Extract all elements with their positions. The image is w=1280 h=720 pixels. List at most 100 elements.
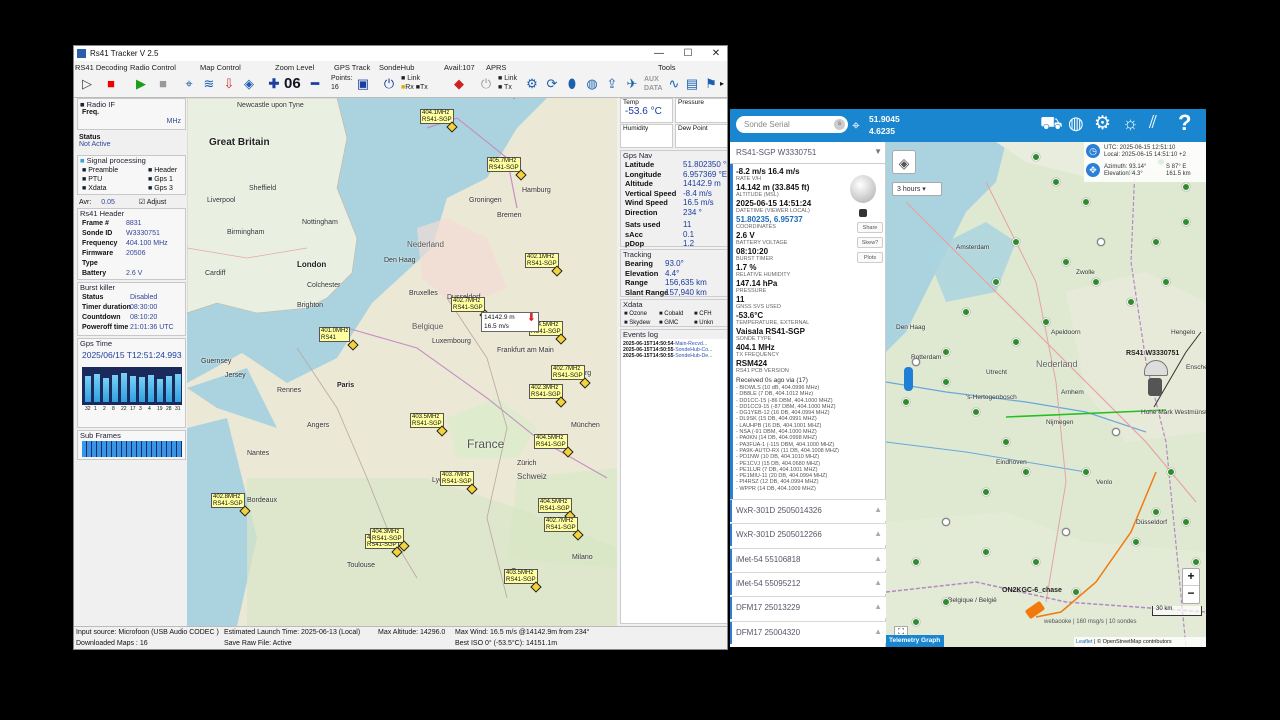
- side-button-0[interactable]: Share: [857, 222, 883, 233]
- receiver-marker-icon[interactable]: [992, 278, 1000, 286]
- expand-arrow-icon[interactable]: ▲: [874, 505, 882, 514]
- receiver-marker-icon[interactable]: [1022, 468, 1030, 476]
- sonde-marker[interactable]: 403.5MHz RS41-SGP: [504, 569, 542, 593]
- refresh-icon[interactable]: ⟳: [543, 74, 561, 92]
- receiver-marker-icon[interactable]: [1182, 218, 1190, 226]
- export-icon[interactable]: ⇪: [603, 74, 621, 92]
- zoom-in-map-button[interactable]: +: [1183, 569, 1199, 586]
- layers-icon[interactable]: ◈: [240, 74, 258, 92]
- settings-gear-icon[interactable]: ⚙: [1094, 112, 1111, 135]
- hours-select[interactable]: 3 hours ▾: [892, 182, 942, 196]
- sondehub-power-icon[interactable]: ⏻: [380, 74, 398, 92]
- zoom-out-button[interactable]: ━: [306, 74, 324, 92]
- receiver-marker-icon[interactable]: [1082, 198, 1090, 206]
- location-pin-icon[interactable]: ⬮: [563, 74, 581, 92]
- receiver-marker-icon[interactable]: [962, 308, 970, 316]
- car-icon[interactable]: ⛟: [1040, 113, 1063, 137]
- receiver-marker-icon[interactable]: [1042, 318, 1050, 326]
- receiver-marker-icon[interactable]: [1112, 428, 1120, 436]
- sonde-marker[interactable]: 401.0MHz RS41: [319, 327, 359, 351]
- receiver-marker-icon[interactable]: [1182, 183, 1190, 191]
- sonde-marker[interactable]: 402.8MHz RS41-SGP: [211, 493, 251, 517]
- wifi-icon[interactable]: ≋: [200, 74, 218, 92]
- weather-icon[interactable]: ☼: [1122, 113, 1139, 134]
- expand-arrow-icon[interactable]: ▲: [874, 578, 882, 587]
- sondehub-map[interactable]: GroningenAmsterdamDen HaagRotterdamNeder…: [886, 142, 1206, 647]
- europe-map[interactable]: Great Britain Newcastle upon Tyne Sheffiel…: [187, 98, 617, 626]
- receiver-marker-icon[interactable]: [1012, 338, 1020, 346]
- receiver-marker-icon[interactable]: [1097, 238, 1105, 246]
- receiver-marker-icon[interactable]: [1062, 258, 1070, 266]
- chart-lines-icon[interactable]: ⫽: [1149, 112, 1157, 133]
- receiver-marker-icon[interactable]: [1002, 438, 1010, 446]
- aux-data-button[interactable]: AUX DATA: [644, 75, 662, 93]
- receiver-marker-icon[interactable]: [942, 348, 950, 356]
- telemetry-graph-button[interactable]: Telemetry Graph: [886, 635, 944, 647]
- receiver-marker-icon[interactable]: [902, 398, 910, 406]
- sonde-marker[interactable]: 403.5MHz RS41-SGP: [410, 413, 448, 437]
- receiver-marker-icon[interactable]: [942, 598, 950, 606]
- flag-icon[interactable]: ⚑: [703, 74, 719, 92]
- satellite-icon[interactable]: ✈: [623, 74, 641, 92]
- receiver-marker-icon[interactable]: [982, 548, 990, 556]
- sonde-list-item[interactable]: DFM17 25013229 ▲: [730, 596, 886, 620]
- sonde-marker[interactable]: 402.1MHz RS41-SGP: [525, 253, 563, 277]
- side-button-1[interactable]: Skew?: [857, 237, 883, 248]
- stop-icon[interactable]: ■: [102, 74, 120, 92]
- zoom-out-map-button[interactable]: −: [1183, 586, 1199, 600]
- save-track-icon[interactable]: ▣: [354, 74, 372, 92]
- sonde-list-item[interactable]: WxR-301D 2505014326 ▲: [730, 499, 886, 522]
- adjust-checkbox[interactable]: ☑ Adjust: [139, 199, 166, 206]
- sonde-list-item[interactable]: DFM17 25004320 ▲: [730, 620, 886, 644]
- sonde-list-item[interactable]: iMet-54 55106818 ▲: [730, 547, 886, 571]
- sonde-marker[interactable]: 403.7MHz RS41-SGP: [440, 471, 478, 495]
- receiver-marker-icon[interactable]: [1162, 278, 1170, 286]
- sonde-marker[interactable]: 402.7MHz RS41-SGP: [451, 297, 491, 321]
- sonde-marker[interactable]: 404.1MHz RS41-SGP: [420, 109, 458, 133]
- globe-pin-icon[interactable]: ◍: [1068, 113, 1084, 134]
- selected-sonde-header[interactable]: RS41-SGP W3330751 ▼: [730, 142, 886, 164]
- map-download-icon[interactable]: ⇩: [220, 74, 238, 92]
- receiver-marker-icon[interactable]: [1132, 538, 1140, 546]
- leaflet-link[interactable]: Leaflet: [1076, 639, 1093, 645]
- receiver-marker-icon[interactable]: [1012, 238, 1020, 246]
- zoom-in-button[interactable]: ✚: [265, 74, 283, 92]
- receiver-marker-icon[interactable]: [942, 378, 950, 386]
- radio-stop-icon[interactable]: ■: [154, 74, 172, 92]
- close-button[interactable]: ✕: [709, 47, 723, 60]
- ribbon-more-icon[interactable]: ▸: [720, 79, 724, 88]
- collapse-arrow-icon[interactable]: ▼: [874, 147, 882, 156]
- waveform-icon[interactable]: ∿: [665, 74, 683, 92]
- globe-icon[interactable]: ◍: [583, 74, 601, 92]
- radio-play-icon[interactable]: ▶: [132, 74, 150, 92]
- receiver-marker-icon[interactable]: [1032, 558, 1040, 566]
- chart-icon[interactable]: ▤: [683, 74, 701, 92]
- receiver-marker-icon[interactable]: [942, 518, 950, 526]
- sonde-marker[interactable]: 402.7MHz RS41-SGP: [544, 517, 584, 541]
- observer-marker-icon[interactable]: [904, 367, 913, 391]
- side-button-2[interactable]: Plots: [857, 252, 883, 263]
- receiver-marker-icon[interactable]: [1032, 153, 1040, 161]
- sonde-serial-search[interactable]: Sonde Serial: [736, 116, 848, 133]
- receiver-marker-icon[interactable]: [1092, 278, 1100, 286]
- avail-icon[interactable]: ◆: [450, 74, 468, 92]
- receiver-marker-icon[interactable]: [1182, 518, 1190, 526]
- sonde-marker[interactable]: 404.5MHz RS41-SGP: [538, 498, 576, 522]
- help-icon[interactable]: ?: [1178, 110, 1191, 136]
- receiver-marker-icon[interactable]: [1192, 558, 1200, 566]
- receiver-marker-icon[interactable]: [1062, 528, 1070, 536]
- receiver-marker-icon[interactable]: [972, 408, 980, 416]
- layers-control-icon[interactable]: ◈: [892, 150, 916, 174]
- minimize-button[interactable]: —: [652, 47, 666, 60]
- receiver-marker-icon[interactable]: [1127, 298, 1135, 306]
- map-center-icon[interactable]: ⌖: [180, 74, 198, 92]
- sonde-marker[interactable]: 405.7MHz RS41-SGP: [487, 157, 527, 181]
- receiver-marker-icon[interactable]: [1082, 468, 1090, 476]
- sonde-marker[interactable]: 402.7MHz RS41-SGP: [551, 365, 591, 389]
- receiver-marker-icon[interactable]: [1167, 468, 1175, 476]
- play-icon[interactable]: ▷: [78, 74, 96, 92]
- sonde-list-item[interactable]: WxR-301D 2505012266 ▲: [730, 523, 886, 547]
- crosshair-icon[interactable]: ⌖: [852, 117, 860, 134]
- search-icon[interactable]: s: [834, 119, 845, 130]
- aprs-power-icon[interactable]: ⏻: [477, 74, 495, 92]
